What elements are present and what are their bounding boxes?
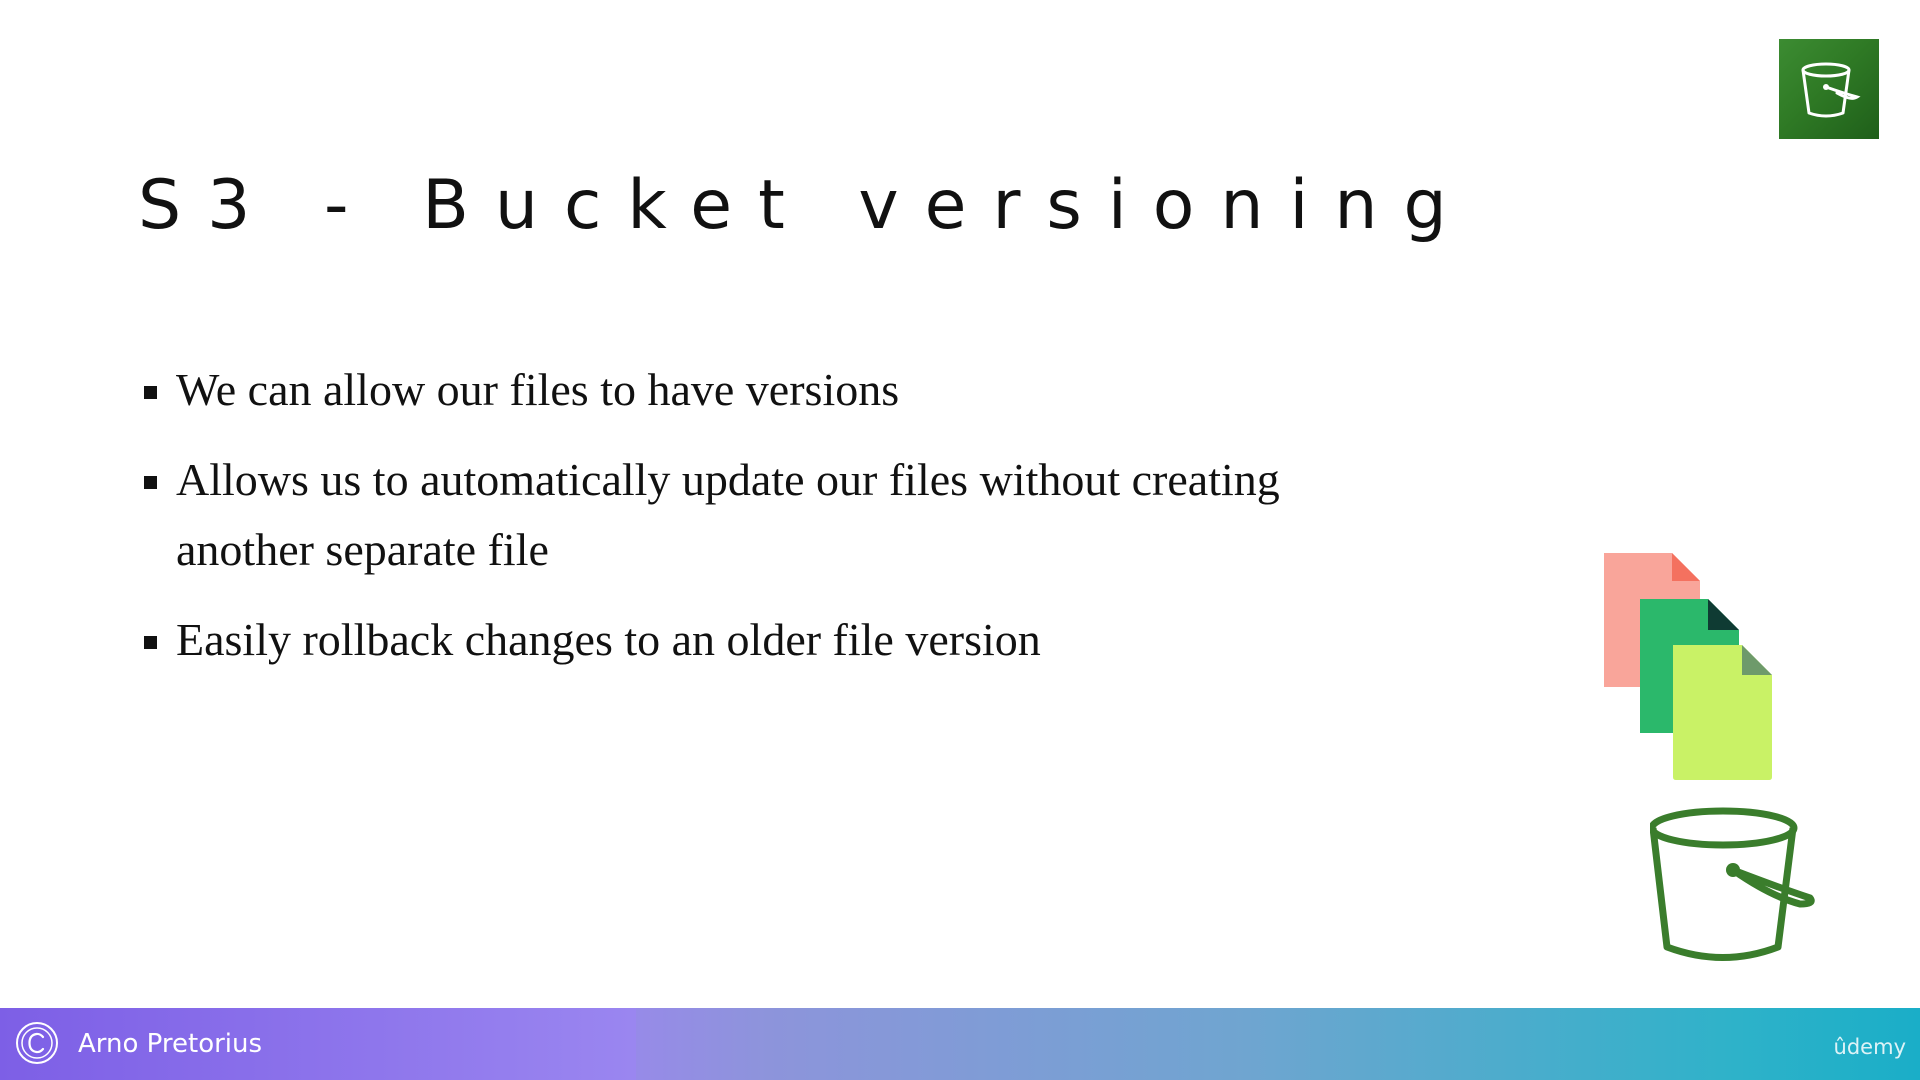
- slide-title: S3 - Bucket versioning: [138, 166, 1473, 245]
- author-name: Arno Pretorius: [78, 1029, 263, 1059]
- document-stack-icon: [1604, 553, 1772, 780]
- s3-bucket-icon-glyph: [1801, 62, 1861, 118]
- copyright-icon: [16, 1022, 58, 1064]
- square-bullet-icon: [144, 386, 157, 399]
- bullet-item: Easily rollback changes to an older file…: [142, 605, 1362, 675]
- udemy-logo: ûdemy: [1833, 1035, 1906, 1059]
- slide: S3 - Bucket versioning We can allow our …: [0, 0, 1920, 1080]
- bullet-text: We can allow our files to have versions: [176, 364, 900, 415]
- bullet-text: Allows us to automatically update our fi…: [176, 454, 1280, 575]
- bullet-text: Easily rollback changes to an older file…: [176, 614, 1041, 665]
- s3-bucket-icon: [1779, 39, 1879, 139]
- footer-author-panel: Arno Pretorius: [0, 1008, 636, 1080]
- document-lime: [1673, 645, 1772, 780]
- square-bullet-icon: [144, 636, 157, 649]
- bullet-item: Allows us to automatically update our fi…: [142, 445, 1362, 585]
- bullet-item: We can allow our files to have versions: [142, 355, 1362, 425]
- footer-bar: Arno Pretorius ûdemy: [0, 1008, 1920, 1080]
- bucket-icon: [1650, 807, 1815, 961]
- square-bullet-icon: [144, 476, 157, 489]
- bullet-list: We can allow our files to have versions …: [142, 355, 1362, 695]
